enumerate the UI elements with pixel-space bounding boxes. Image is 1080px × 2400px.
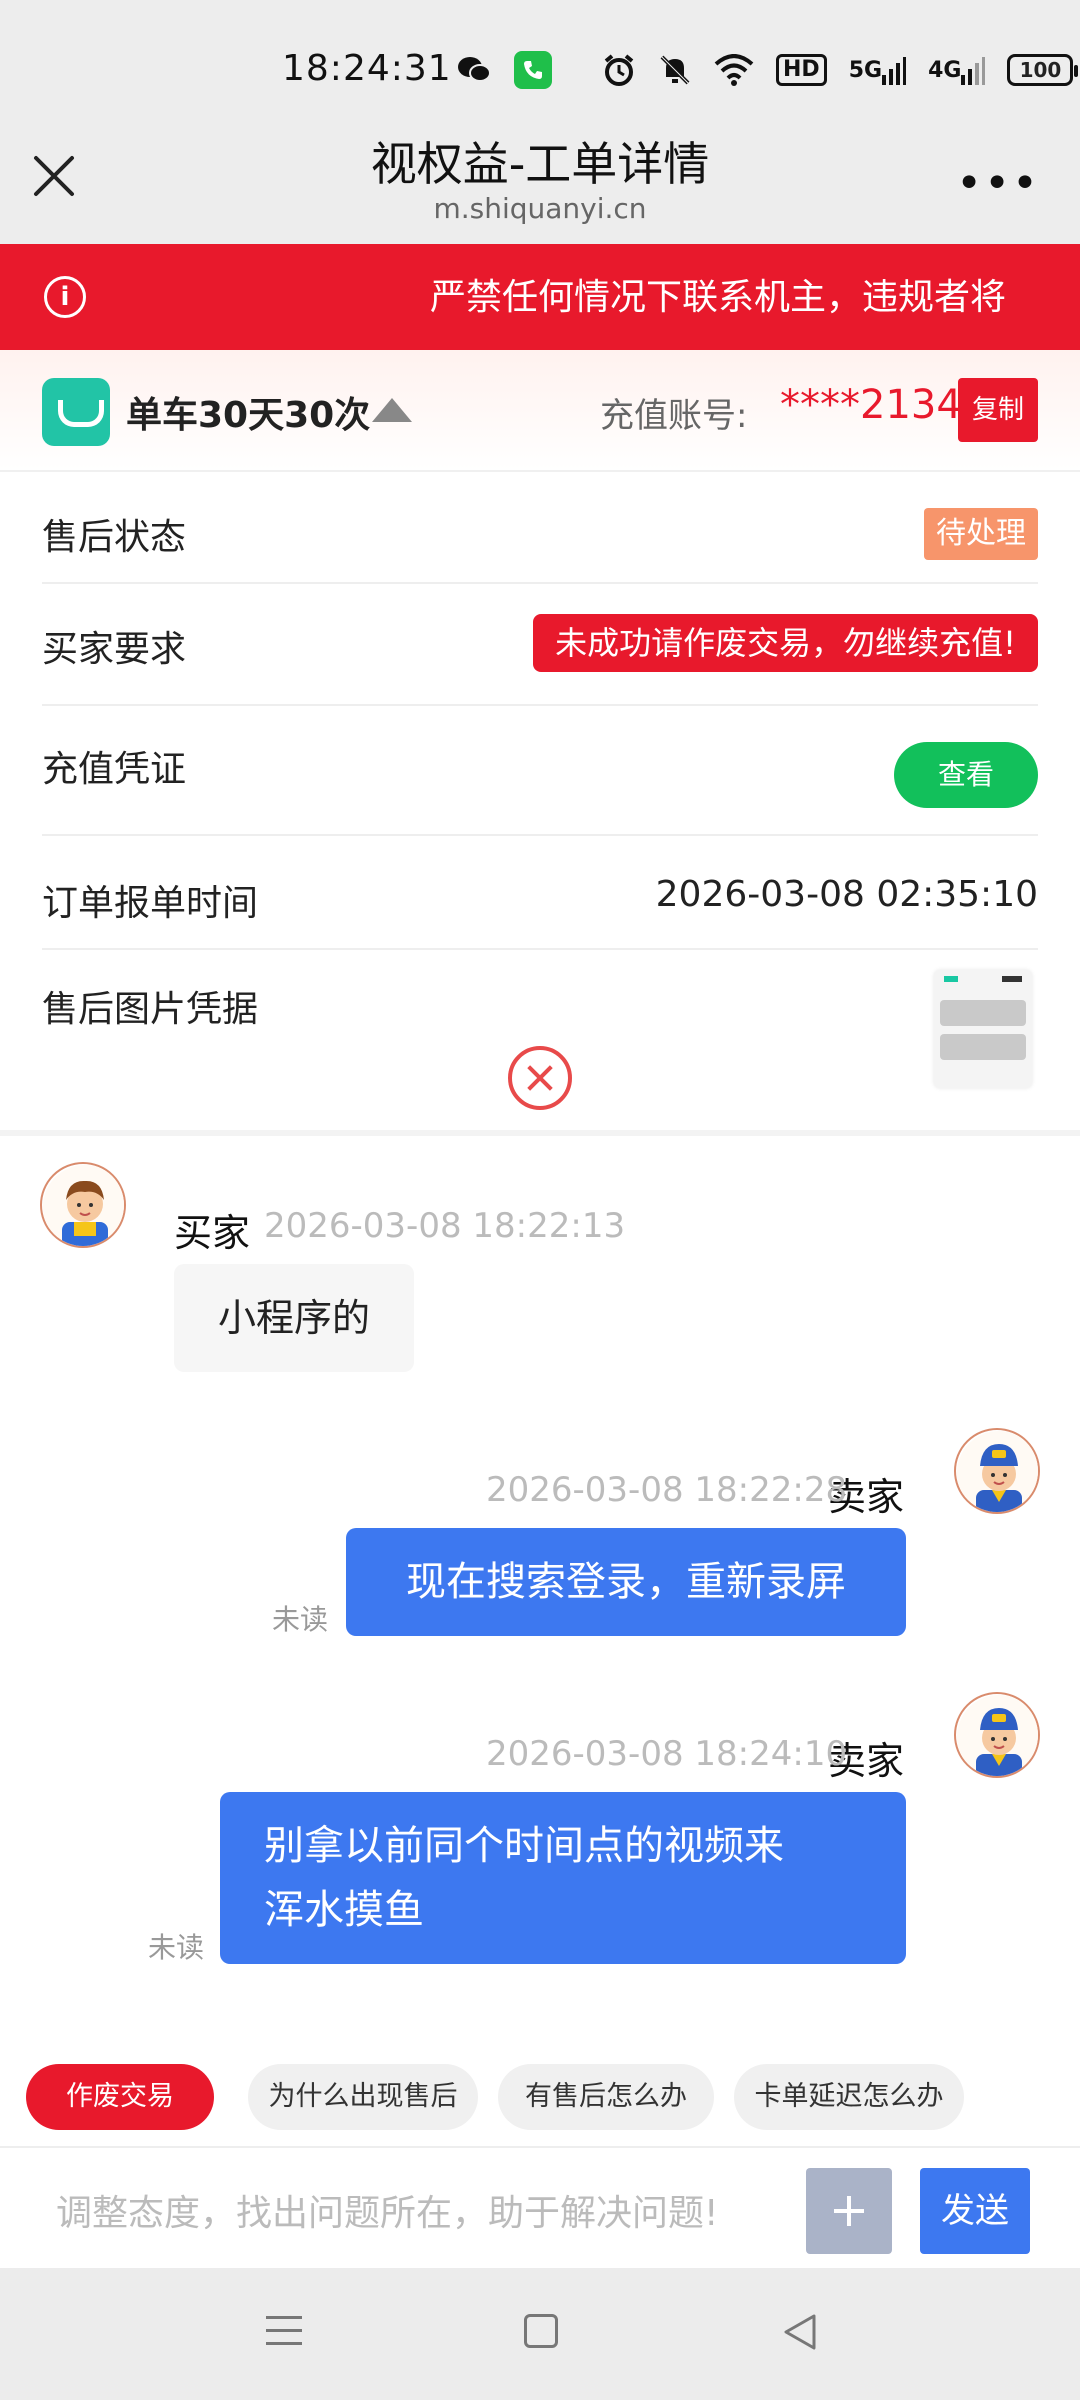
message-time: 2026-03-08 18:22:28: [486, 1470, 848, 1510]
menu-line: [266, 2342, 302, 2345]
requirement-label: 买家要求: [42, 629, 187, 670]
message-bubble: 别拿以前同个时间点的视频来 浑水摸鱼: [220, 1792, 906, 1964]
message-line: 浑水摸鱼: [264, 1887, 424, 1933]
order-time-label: 订单报单时间: [42, 883, 259, 924]
signal-4g-icon: 4G: [928, 50, 986, 90]
caret-up-icon[interactable]: [372, 398, 412, 422]
unread-label: 未读: [272, 1603, 329, 1636]
status-badge: 待处理: [924, 508, 1038, 560]
product-row: 单车30天30次 充值账号: ****2134 复制: [0, 350, 1080, 472]
status-spacer: [574, 50, 580, 90]
image-label: 售后图片凭据: [42, 989, 259, 1030]
status-row: 售后状态 待处理: [42, 472, 1038, 584]
notice-text: 严禁任何情况下联系机主，违规者将: [430, 277, 1007, 318]
send-button[interactable]: 发送: [920, 2168, 1030, 2254]
voucher-row: 充值凭证 查看: [42, 706, 1038, 836]
quick-reply-delay[interactable]: 卡单延迟怎么办: [734, 2064, 964, 2130]
menu-line: [266, 2329, 302, 2332]
composer: 调整态度，找出问题所在，助于解决问题! 发送: [0, 2146, 1080, 2268]
evidence-thumbnail[interactable]: [934, 970, 1032, 1088]
back-icon[interactable]: [782, 2312, 818, 2352]
thumbnail-item: [940, 1000, 1026, 1026]
plus-icon[interactable]: [806, 2168, 892, 2254]
battery-icon: 100: [1007, 54, 1079, 86]
info-icon: i: [44, 276, 86, 318]
signal-5g-label: 5G: [848, 57, 883, 83]
status-time: 18:24:31: [282, 48, 452, 89]
account-label: 充值账号:: [600, 396, 748, 436]
signal-5g-icon: 5G: [848, 50, 907, 90]
home-icon[interactable]: [524, 2314, 558, 2348]
hd-icon: HD: [776, 54, 827, 86]
seller-avatar: [954, 1692, 1040, 1778]
status-label: 售后状态: [42, 517, 187, 558]
view-voucher-button[interactable]: 查看: [894, 742, 1038, 808]
bike-logo-icon: [42, 378, 110, 446]
quick-reply-why[interactable]: 为什么出现售后: [248, 2064, 478, 2130]
copy-button[interactable]: 复制: [958, 378, 1038, 442]
thumbnail-logo: [944, 976, 958, 982]
alarm-icon: [602, 50, 636, 90]
more-icon[interactable]: •••: [956, 158, 1040, 209]
wechat-icon: [456, 50, 492, 90]
menu-icon[interactable]: [266, 2316, 302, 2346]
page-title: 视权益-工单详情: [370, 137, 710, 191]
quick-reply-how[interactable]: 有售后怎么办: [498, 2064, 714, 2130]
requirement-row: 买家要求 未成功请作废交易，勿继续充值!: [42, 584, 1038, 706]
message-line: 别拿以前同个时间点的视频来: [264, 1823, 784, 1869]
unread-label: 未读: [148, 1931, 205, 1964]
buyer-avatar: [40, 1162, 126, 1248]
requirement-badge: 未成功请作废交易，勿继续充值!: [533, 614, 1038, 672]
thumbnail-item: [940, 1034, 1026, 1060]
order-time-row: 订单报单时间 2026-03-08 02:35:10: [42, 836, 1038, 950]
status-icons: HD 5G 4G 100: [456, 50, 1079, 90]
section-divider: [0, 1130, 1080, 1136]
notice-banner: i 严禁任何情况下联系机主，违规者将: [0, 244, 1080, 350]
buyer-name: 买家: [174, 1211, 251, 1255]
remove-icon[interactable]: [508, 1046, 572, 1110]
status-bar: 18:24:31 HD 5G 4G 100: [0, 0, 1080, 140]
message-input[interactable]: 调整态度，找出问题所在，助于解决问题!: [56, 2184, 776, 2236]
product-name: 单车30天30次: [126, 395, 371, 436]
account-value: ****2134: [780, 382, 962, 428]
order-time-value: 2026-03-08 02:35:10: [655, 874, 1038, 915]
phone-call-icon: [514, 51, 552, 89]
message-bubble: 现在搜索登录，重新录屏: [346, 1528, 906, 1636]
thumbnail-header: [1002, 976, 1022, 982]
mute-bell-icon: [658, 50, 692, 90]
signal-4g-label: 4G: [928, 57, 962, 83]
page-domain: m.shiquanyi.cn: [433, 192, 647, 225]
menu-line: [266, 2316, 302, 2319]
quick-reply-void[interactable]: 作废交易: [26, 2064, 214, 2130]
message-time: 2026-03-08 18:22:13: [264, 1206, 626, 1246]
wifi-icon: [714, 50, 754, 90]
seller-avatar: [954, 1428, 1040, 1514]
message-bubble: 小程序的: [174, 1264, 415, 1372]
message-time: 2026-03-08 18:24:10: [486, 1734, 848, 1774]
voucher-label: 充值凭证: [42, 749, 187, 790]
